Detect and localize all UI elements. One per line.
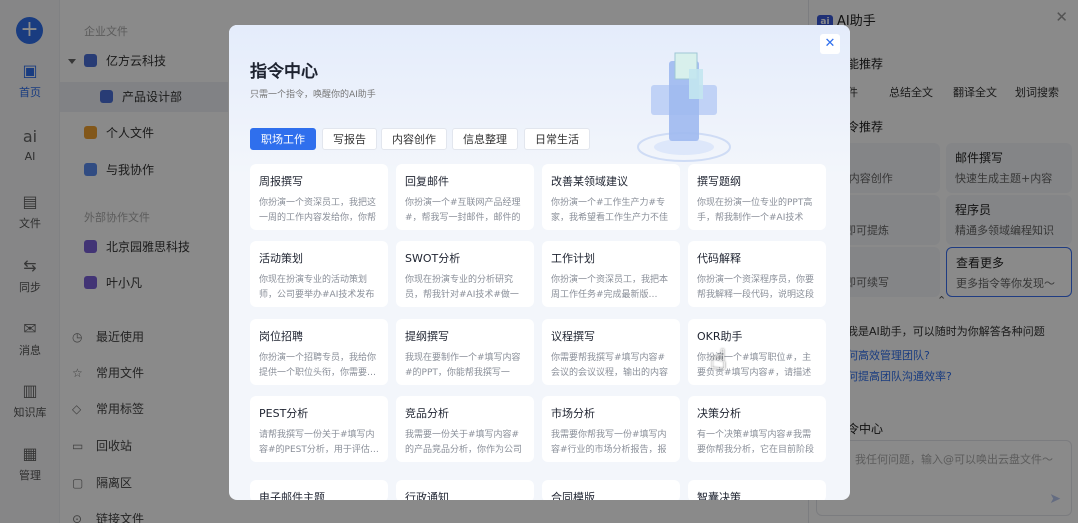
command-card-title: 周报撰写 bbox=[259, 175, 303, 188]
command-card[interactable]: 代码解释你扮演一个资深程序员，你要帮我解释一段代码，说明这段代… bbox=[688, 241, 826, 307]
command-card[interactable]: 提纲撰写我现在要制作一个#填写内容#的PPT，你能帮我撰写一份… bbox=[396, 319, 534, 385]
command-card[interactable]: 竞品分析我需要一份关于#填写内容#的产品竞品分析，你作为公司的产… bbox=[396, 396, 534, 462]
command-card-title: 撰写题纲 bbox=[697, 175, 741, 188]
command-card-title: SWOT分析 bbox=[405, 252, 461, 265]
command-card[interactable]: 工作计划你扮演一个资深员工，我把本周工作任务#完成最新版… bbox=[542, 241, 680, 307]
command-card-title: 议程撰写 bbox=[551, 330, 595, 343]
modal-close-button[interactable]: ✕ bbox=[820, 34, 840, 54]
command-card[interactable]: SWOT分析你现在扮演专业的分析研究员，帮我针对#AI技术#做一个… bbox=[396, 241, 534, 307]
command-card-desc: 请帮我撰写一份关于#填写内容#的PEST分析，用于评估… bbox=[259, 430, 379, 455]
tab-content[interactable]: 内容创作 bbox=[381, 128, 447, 150]
modal-subtitle: 只需一个指令，唤醒你的AI助手 bbox=[250, 90, 376, 100]
command-card-desc: 你需要帮我撰写#填写内容#会议的会议议程，输出的内容包括… bbox=[551, 353, 669, 378]
command-card[interactable]: OKR助手你扮演一个#填写职位#，主要负责#填写内容#，请描述你的工作内… bbox=[688, 319, 826, 385]
command-card[interactable]: 改善某领域建议你扮演一个#工作生产力#专家，我希望看工作生产力不佳的问… bbox=[542, 164, 680, 230]
command-center-modal: 指令中心 只需一个指令，唤醒你的AI助手 ✕ 职场工作 写报告 内容创作 信息整… bbox=[229, 25, 850, 500]
hand-cursor-icon: ☝ bbox=[710, 343, 728, 376]
command-card-desc: 你扮演一个资深员工，我把这一周的工作内容发给你，你帮我… bbox=[259, 198, 377, 223]
command-card-desc: 我需要你帮我写一份#填写内容#行业的市场分析报告，报告… bbox=[551, 430, 667, 455]
command-card-title: 行政通知 bbox=[405, 491, 449, 500]
command-card[interactable]: 周报撰写你扮演一个资深员工，我把这一周的工作内容发给你，你帮我… bbox=[250, 164, 388, 230]
command-card-desc: 你扮演一个资深程序员，你要帮我解释一段代码，说明这段代… bbox=[697, 275, 815, 300]
command-card[interactable]: 电子邮件主题 bbox=[250, 480, 388, 500]
command-card[interactable]: 行政通知 bbox=[396, 480, 534, 500]
modal-title: 指令中心 bbox=[250, 62, 318, 82]
command-card-title: 回复邮件 bbox=[405, 175, 449, 188]
command-card-title: 提纲撰写 bbox=[405, 330, 449, 343]
command-card-title: 智囊决策 bbox=[697, 491, 741, 500]
command-card-desc: 我现在要制作一个#填写内容#的PPT，你能帮我撰写一份… bbox=[405, 353, 521, 378]
command-card[interactable]: 决策分析有一个决策#填写内容#我需要你帮我分析，它在目前阶段计… bbox=[688, 396, 826, 462]
command-card-title: 工作计划 bbox=[551, 252, 595, 265]
tab-report[interactable]: 写报告 bbox=[322, 128, 377, 150]
command-card-title: 代码解释 bbox=[697, 252, 741, 265]
command-card[interactable]: 岗位招聘你扮演一个招聘专员，我给你提供一个职位头衔，你需要… bbox=[250, 319, 388, 385]
command-card-title: 改善某领域建议 bbox=[551, 175, 628, 188]
command-card-desc: 你扮演一个#工作生产力#专家，我希望看工作生产力不佳的问… bbox=[551, 198, 669, 223]
command-card-title: 岗位招聘 bbox=[259, 330, 303, 343]
command-card-title: 市场分析 bbox=[551, 407, 595, 420]
tab-daily[interactable]: 日常生活 bbox=[524, 128, 590, 150]
modal-header-bg bbox=[229, 25, 850, 175]
cube-illustration-icon bbox=[637, 52, 731, 162]
command-card-title: 竞品分析 bbox=[405, 407, 449, 420]
command-card-desc: 有一个决策#填写内容#我需要你帮我分析，它在目前阶段计… bbox=[697, 430, 815, 455]
command-card-desc: 你现在扮演专业的分析研究员，帮我针对#AI技术#做一个… bbox=[405, 275, 519, 300]
command-card-title: 电子邮件主题 bbox=[259, 491, 325, 500]
command-card-desc: 你现在扮演一位专业的PPT高手，帮我制作一个#AI技术研… bbox=[697, 198, 813, 223]
command-card-title: 决策分析 bbox=[697, 407, 741, 420]
tab-workplace[interactable]: 职场工作 bbox=[250, 128, 316, 150]
command-card-desc: 你扮演一个招聘专员，我给你提供一个职位头衔，你需要… bbox=[259, 353, 377, 378]
command-card-title: PEST分析 bbox=[259, 407, 309, 420]
command-card-title: 合同模版 bbox=[551, 491, 595, 500]
command-card[interactable]: 合同模版 bbox=[542, 480, 680, 500]
command-card-desc: 你现在扮演专业的活动策划师，公司要举办#AI技术发布会#… bbox=[259, 275, 375, 300]
command-card-title: OKR助手 bbox=[697, 330, 743, 343]
command-card-desc: 你扮演一个资深员工，我把本周工作任务#完成最新版… bbox=[551, 275, 669, 300]
command-card[interactable]: 活动策划你现在扮演专业的活动策划师，公司要举办#AI技术发布会#… bbox=[250, 241, 388, 307]
command-card-desc: 你扮演一个#互联网产品经理#，帮我写一封邮件，邮件的内… bbox=[405, 198, 521, 223]
command-card[interactable]: 撰写题纲你现在扮演一位专业的PPT高手，帮我制作一个#AI技术研… bbox=[688, 164, 826, 230]
command-card-title: 活动策划 bbox=[259, 252, 303, 265]
command-card-desc: 我需要一份关于#填写内容#的产品竞品分析，你作为公司的产… bbox=[405, 430, 523, 455]
tab-info[interactable]: 信息整理 bbox=[452, 128, 518, 150]
command-card[interactable]: PEST分析请帮我撰写一份关于#填写内容#的PEST分析，用于评估… bbox=[250, 396, 388, 462]
command-card[interactable]: 回复邮件你扮演一个#互联网产品经理#，帮我写一封邮件，邮件的内… bbox=[396, 164, 534, 230]
command-card[interactable]: 智囊决策 bbox=[688, 480, 826, 500]
command-card[interactable]: 议程撰写你需要帮我撰写#填写内容#会议的会议议程，输出的内容包括… bbox=[542, 319, 680, 385]
command-card[interactable]: 市场分析我需要你帮我写一份#填写内容#行业的市场分析报告，报告… bbox=[542, 396, 680, 462]
